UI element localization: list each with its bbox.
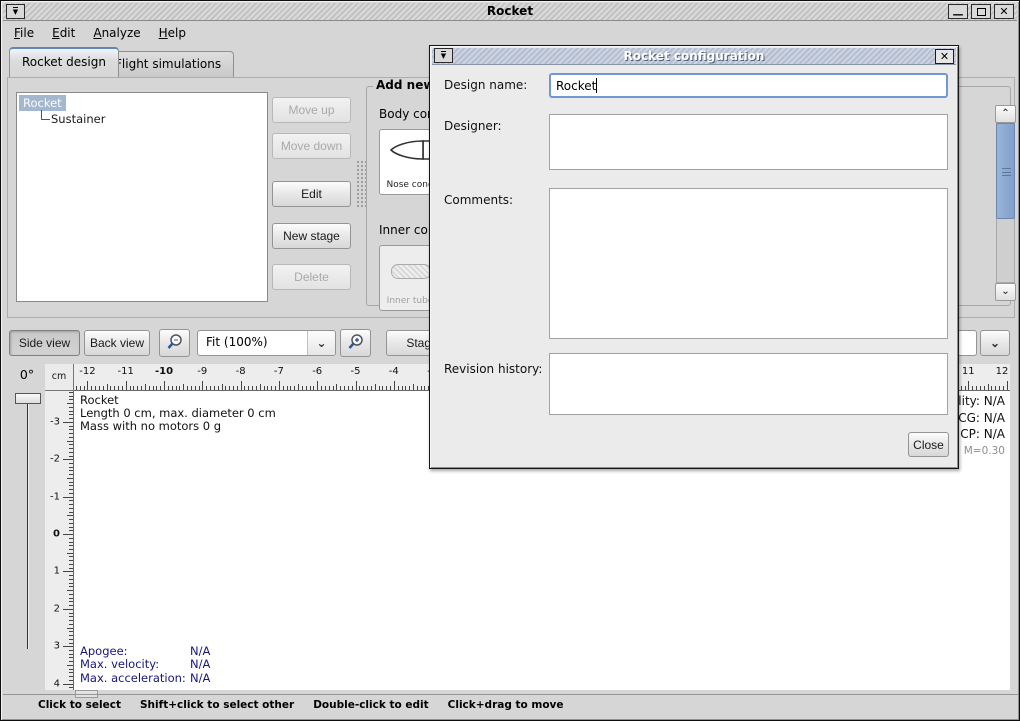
window-title: Rocket — [3, 4, 1017, 18]
tree-item-sustainer[interactable]: Sustainer — [41, 111, 267, 126]
rotation-slider-handle[interactable] — [15, 393, 41, 404]
maximize-icon — [977, 8, 986, 16]
component-tree[interactable]: Rocket Sustainer — [16, 92, 268, 302]
revision-history-label: Revision history: — [444, 362, 542, 376]
zoom-level-combo[interactable]: Fit (100%) ⌄ — [197, 330, 336, 356]
comments-label: Comments: — [444, 193, 513, 207]
designer-textarea[interactable] — [549, 114, 948, 170]
rocket-info-text: Rocket Length 0 cm, max. diameter 0 cm M… — [80, 394, 276, 433]
dialog-close-x-button[interactable]: ✕ — [935, 49, 954, 64]
rocket-configuration-dialog: ▼ Rocket configuration ✕ Design name: De… — [429, 45, 959, 469]
rotation-angle-label: 0° — [11, 367, 43, 382]
flight-config-chevron-button[interactable]: ⌄ — [980, 330, 1010, 356]
splitter-grip[interactable] — [356, 160, 366, 208]
zoom-in-icon — [347, 333, 365, 351]
menu-edit[interactable]: Edit — [43, 24, 84, 42]
dialog-close-button[interactable]: Close — [908, 432, 949, 457]
status-hint: Shift+click to select other — [140, 699, 294, 711]
move-down-button[interactable]: Move down — [272, 133, 351, 159]
status-bar: Click to select Shift+click to select ot… — [3, 694, 1019, 715]
design-name-label: Design name: — [444, 78, 527, 92]
minimize-button[interactable]: — — [948, 4, 968, 19]
zoom-out-button[interactable] — [159, 329, 190, 357]
new-stage-button[interactable]: New stage — [272, 223, 351, 249]
scroll-up-button[interactable]: ⌃ — [995, 105, 1016, 123]
main-window: ▼ Rocket — ✕ File Edit Analyze Help Rock… — [0, 0, 1020, 721]
close-button[interactable]: ✕ — [994, 4, 1014, 19]
v-ruler: -3-2-101234 — [45, 391, 74, 690]
main-titlebar[interactable]: ▼ Rocket — ✕ — [3, 3, 1017, 21]
status-hint: Double-click to edit — [313, 699, 428, 711]
zoom-out-icon — [166, 333, 184, 351]
tree-elbow-icon — [41, 110, 50, 120]
tree-item-rocket[interactable]: Rocket — [19, 95, 66, 111]
text-caret — [596, 78, 597, 93]
status-hint: Click+drag to move — [448, 699, 564, 711]
side-view-button[interactable]: Side view — [9, 330, 80, 356]
ruler-unit-label: cm — [45, 364, 74, 391]
inner-tube-icon — [391, 264, 431, 279]
nose-cone-icon — [387, 138, 433, 162]
scrollbar-thumb[interactable] — [996, 123, 1015, 219]
tab-flight-simulations[interactable]: Flight simulations — [102, 51, 234, 77]
dialog-titlebar[interactable]: ▼ Rocket configuration ✕ — [432, 48, 956, 65]
menu-analyze[interactable]: Analyze — [84, 24, 149, 42]
revision-history-textarea[interactable] — [549, 353, 948, 415]
dialog-title: Rocket configuration — [432, 49, 956, 63]
maximize-button[interactable] — [971, 4, 991, 19]
component-scrollbar[interactable]: ⌃ ⌄ — [995, 105, 1016, 301]
move-up-button[interactable]: Move up — [272, 97, 351, 123]
comments-textarea[interactable] — [549, 188, 948, 339]
menubar: File Edit Analyze Help — [5, 22, 1017, 44]
delete-button[interactable]: Delete — [272, 264, 351, 290]
flight-info-block: Apogee:N/A Max. velocity:N/A Max. accele… — [80, 645, 210, 686]
tab-rocket-design[interactable]: Rocket design — [9, 47, 119, 77]
thumb-grip-icon — [1002, 168, 1011, 176]
status-hint: Click to select — [38, 699, 121, 711]
design-name-input[interactable] — [549, 73, 948, 98]
rotation-slider-track[interactable] — [27, 404, 28, 649]
back-view-button[interactable]: Back view — [84, 330, 150, 356]
zoom-in-button[interactable] — [340, 329, 371, 357]
menu-help[interactable]: Help — [150, 24, 195, 42]
designer-label: Designer: — [444, 119, 502, 133]
edit-button[interactable]: Edit — [272, 181, 351, 207]
menu-file[interactable]: File — [5, 24, 43, 42]
combo-chevron-down-icon[interactable]: ⌄ — [307, 331, 335, 355]
scroll-down-button[interactable]: ⌄ — [995, 283, 1016, 301]
